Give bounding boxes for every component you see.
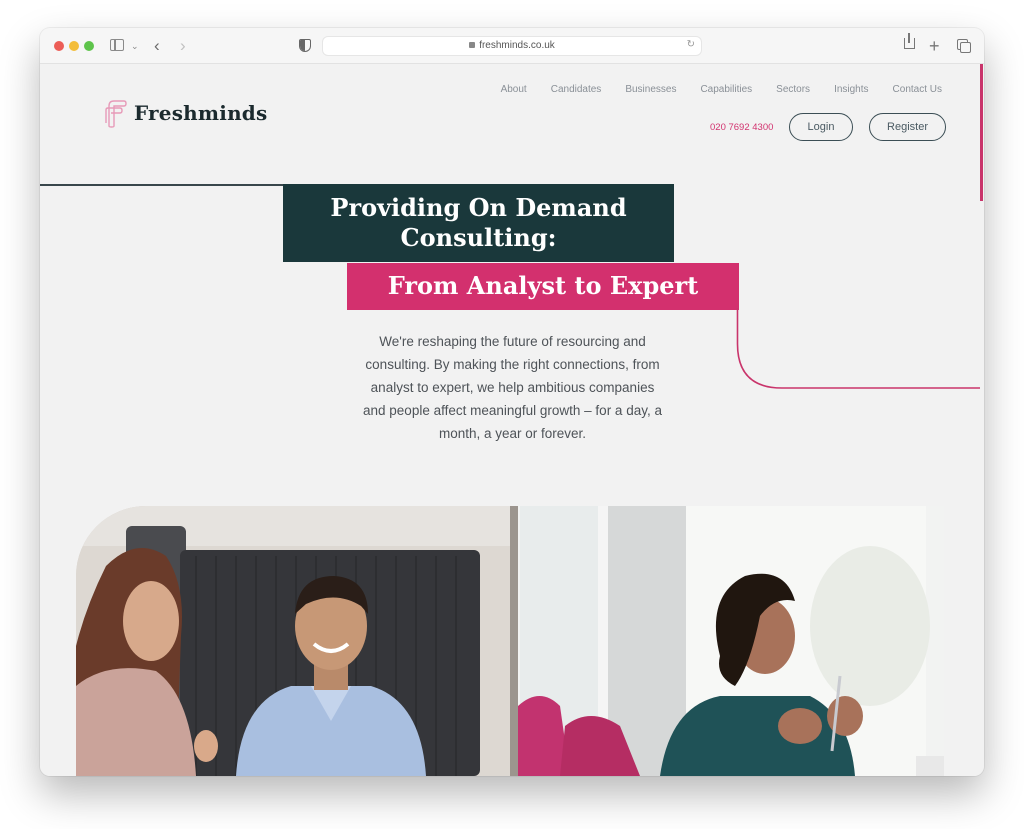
- minimize-window-button[interactable]: [69, 41, 79, 51]
- chevron-down-icon[interactable]: ⌄: [131, 28, 139, 64]
- site-logo[interactable]: Freshminds: [104, 98, 267, 128]
- hero-intro-text: We're reshaping the future of resourcing…: [363, 334, 662, 441]
- hero-subtitle: From Analyst to Expert: [347, 263, 739, 310]
- sidebar-icon[interactable]: [110, 39, 124, 51]
- back-icon[interactable]: ‹: [154, 28, 160, 64]
- nav-candidates[interactable]: Candidates: [551, 84, 602, 95]
- lock-icon: [469, 42, 476, 48]
- nav-capabilities[interactable]: Capabilities: [700, 84, 752, 95]
- web-page: Freshminds About Candidates Businesses C…: [40, 64, 984, 776]
- hero-title-line1: Providing On Demand: [330, 193, 627, 222]
- browser-window: ⌄ ‹ › freshminds.co.uk ↻ + Freshminds Ab…: [40, 28, 984, 776]
- scrollbar-thumb[interactable]: [980, 64, 983, 201]
- shield-icon[interactable]: [299, 39, 311, 52]
- nav-about[interactable]: About: [501, 84, 527, 95]
- url-display[interactable]: freshminds.co.uk: [323, 40, 701, 51]
- main-nav: About Candidates Businesses Capabilities…: [477, 84, 942, 95]
- phone-link[interactable]: 020 7692 4300: [710, 122, 773, 133]
- freshminds-logo-icon: [104, 98, 128, 128]
- tabs-overview-icon[interactable]: [957, 39, 971, 53]
- address-bar[interactable]: freshminds.co.uk ↻: [322, 36, 702, 56]
- nav-businesses[interactable]: Businesses: [625, 84, 676, 95]
- nav-sectors[interactable]: Sectors: [776, 84, 810, 95]
- url-text: freshminds.co.uk: [479, 40, 555, 51]
- new-tab-icon[interactable]: +: [929, 28, 940, 64]
- nav-insights[interactable]: Insights: [834, 84, 868, 95]
- brand-name: Freshminds: [134, 101, 268, 125]
- login-button[interactable]: Login: [789, 113, 853, 141]
- share-icon[interactable]: [904, 33, 915, 49]
- decorative-curve-line: [736, 308, 980, 389]
- hero-photo-meeting: [76, 506, 510, 776]
- hero-title: Providing On Demand Consulting:: [283, 184, 674, 262]
- reload-icon[interactable]: ↻: [687, 39, 695, 50]
- nav-contact-us[interactable]: Contact Us: [893, 84, 942, 95]
- hero-title-line2: Consulting:: [400, 223, 557, 252]
- hero-photo-woman: [510, 506, 944, 776]
- forward-icon[interactable]: ›: [180, 28, 186, 64]
- browser-toolbar: ⌄ ‹ › freshminds.co.uk ↻ +: [40, 28, 984, 64]
- zoom-window-button[interactable]: [84, 41, 94, 51]
- close-window-button[interactable]: [54, 41, 64, 51]
- header-divider: [40, 184, 283, 186]
- register-button[interactable]: Register: [869, 113, 946, 141]
